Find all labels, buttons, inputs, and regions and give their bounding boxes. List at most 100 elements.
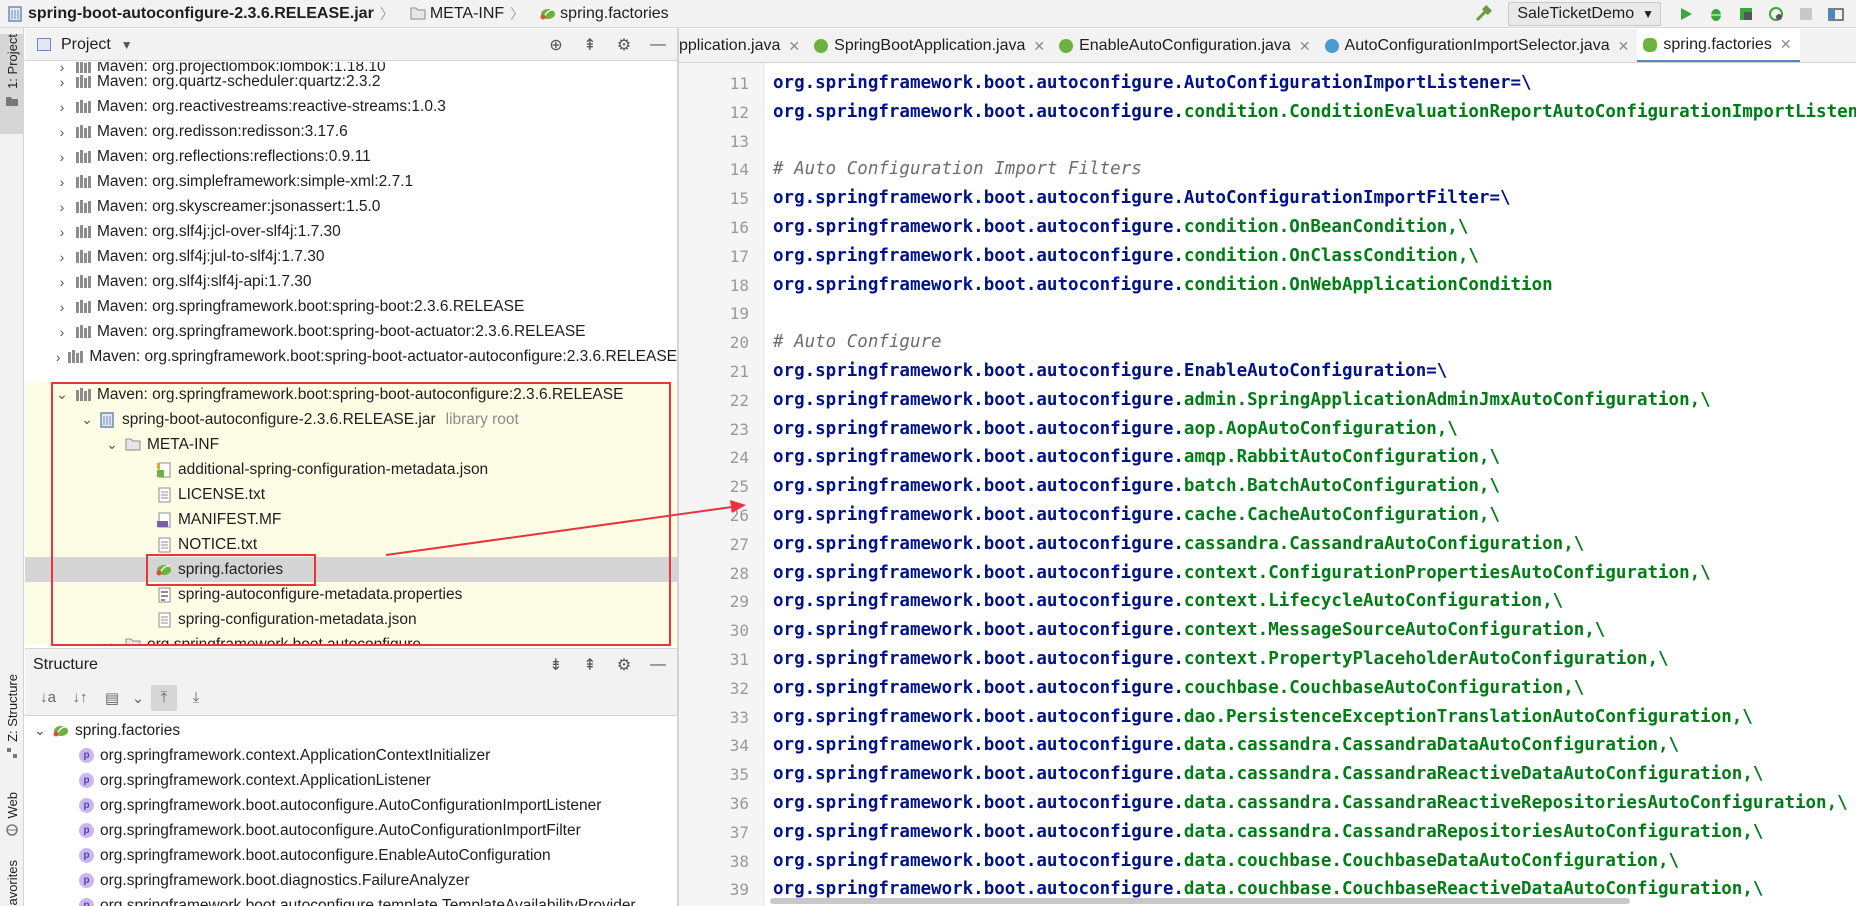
minimize-icon[interactable]: — [647,36,669,54]
chevron-down-icon[interactable]: ⌄ [105,436,119,453]
tree-row-library[interactable]: › Maven: org.reflections:reflections:0.9… [25,144,677,169]
breadcrumb-jar[interactable]: spring-boot-autoconfigure-2.3.6.RELEASE.… [28,5,374,23]
tab-springbootapplication-java[interactable]: SpringBootApplication.java ✕ [808,29,1053,62]
chevron-right-icon[interactable]: › [55,124,69,140]
sort-alpha-icon[interactable]: ↓a [35,685,61,711]
tree-row-library[interactable]: › Maven: org.redisson:redisson:3.17.6 [25,119,677,144]
line-number: 38 [729,852,749,871]
tree-row-library[interactable]: › Maven: org.springframework.boot:spring… [25,294,677,319]
minimize-icon[interactable]: — [647,656,669,674]
autoscroll-to-source-icon[interactable]: ⤒ [151,684,177,711]
annotation-icon [1059,39,1074,53]
chevron-right-icon[interactable]: › [55,224,69,240]
horizontal-scrollbar[interactable] [770,898,1630,904]
coverage-icon[interactable] [1734,2,1758,26]
tree-row-file[interactable]: MANIFEST.MF [25,507,677,532]
tree-row-file[interactable]: additional-spring-configuration-metadata… [25,457,677,482]
project-view-selector[interactable]: Project ▼ [37,36,133,54]
breadcrumb-meta-inf[interactable]: META-INF [430,5,504,23]
run-configuration-select[interactable]: SaleTicketDemo ▼ [1508,2,1661,26]
tree-row-library[interactable]: › Maven: org.springframework.boot:spring… [25,319,677,344]
tab-autoconfigurationimportselector-java[interactable]: AutoConfigurationImportSelector.java ✕ [1319,29,1638,62]
tree-row-folder[interactable]: ⌄ META-INF [25,432,677,457]
tree-row-library[interactable]: › Maven: org.slf4j:slf4j-api:1.7.30 [25,269,677,294]
locate-icon[interactable]: ⊕ [545,35,567,55]
tree-row-jar[interactable]: ⌄ spring-boot-autoconfigure-2.3.6.RELEAS… [25,407,677,432]
chevron-right-icon[interactable]: › [55,274,69,290]
chevron-right-icon[interactable]: › [55,349,61,365]
tab-enableautoconfiguration-java[interactable]: EnableAutoConfiguration.java ✕ [1053,29,1318,62]
chevron-down-icon[interactable]: ⌄ [33,722,47,739]
structure-root[interactable]: ⌄ spring.factories [25,718,677,743]
tree-row-library[interactable]: › Maven: org.slf4j:jcl-over-slf4j:1.7.30 [25,219,677,244]
close-icon[interactable]: ✕ [1618,38,1630,55]
folder-icon [125,437,143,453]
tree-row-library[interactable]: › Maven: org.simpleframework:simple-xml:… [25,169,677,194]
tab-spring-factories[interactable]: spring.factories ✕ [1637,29,1800,62]
structure-tool-tab[interactable]: Z: Structure [0,674,24,774]
chevron-right-icon[interactable]: › [55,324,69,340]
chevron-right-icon[interactable]: › [55,299,69,315]
chevron-right-icon[interactable]: › [105,637,119,645]
structure-item[interactable]: p org.springframework.context.Applicatio… [25,768,677,793]
run-icon[interactable] [1674,2,1698,26]
tree-row-library[interactable]: › Maven: org.skyscreamer:jsonassert:1.5.… [25,194,677,219]
code-line: org.springframework.boot.autoconfigure.d… [773,847,1679,876]
tree-row-library-expanded[interactable]: ⌄ Maven: org.springframework.boot:spring… [25,382,677,407]
hammer-icon[interactable] [1471,2,1495,26]
tree-row-label: Maven: org.slf4j:jul-to-slf4j:1.7.30 [97,247,325,265]
chevron-right-icon[interactable]: › [55,74,69,90]
project-structure-icon[interactable] [1824,2,1848,26]
close-icon[interactable]: ✕ [788,38,800,55]
chevron-right-icon[interactable]: › [55,149,69,165]
chevron-down-icon[interactable]: ⌄ [55,386,69,403]
tree-row-library[interactable]: › Maven: org.slf4j:jul-to-slf4j:1.7.30 [25,244,677,269]
debug-icon[interactable] [1704,2,1728,26]
gear-icon[interactable]: ⚙ [613,655,635,675]
code-key-rest: EnableAutoConfiguration=\ [1183,361,1448,381]
collapse-all-icon[interactable]: ⇞ [579,35,601,55]
close-icon[interactable]: ✕ [1033,38,1045,55]
structure-item[interactable]: p org.springframework.context.Applicatio… [25,743,677,768]
tree-row-library[interactable]: › Maven: org.springframework.boot:spring… [25,344,677,369]
autoscroll-from-source-icon[interactable]: ⤓ [183,685,209,711]
tree-row-file[interactable]: LICENSE.txt [25,482,677,507]
code-key-prefix: org.springframework.boot.autoconfigure. [773,620,1184,640]
collapse-all-icon[interactable]: ⇞ [579,655,601,675]
close-icon[interactable]: ✕ [1780,36,1792,53]
close-icon[interactable]: ✕ [1299,38,1311,55]
chevron-down-icon[interactable]: ⌄ [131,685,145,711]
tree-row-library[interactable]: › Maven: org.reactivestreams:reactive-st… [25,94,677,119]
chevron-down-icon[interactable]: ⌄ [80,411,94,428]
profile-icon[interactable] [1764,2,1788,26]
tree-row-library[interactable]: › Maven: org.quartz-scheduler:quartz:2.3… [25,69,677,94]
property-icon: p [79,773,94,788]
tree-row-file[interactable]: spring-autoconfigure-metadata.properties [25,582,677,607]
code-key-rest: data.cassandra.CassandraReactiveReposito… [1183,793,1848,813]
favorites-tool-tab[interactable]: Favorites [0,860,24,906]
structure-item[interactable]: p org.springframework.boot.diagnostics.F… [25,868,677,893]
chevron-right-icon[interactable]: › [55,99,69,115]
tree-row-package[interactable]: › org.springframework.boot.autoconfigure [25,632,677,644]
group-icon[interactable]: ▤ [99,685,125,711]
stop-icon[interactable] [1794,2,1818,26]
breadcrumb-file[interactable]: spring.factories [560,5,669,23]
tree-row-file[interactable]: spring-configuration-metadata.json [25,607,677,632]
structure-item[interactable]: p org.springframework.boot.autoconfigure… [25,818,677,843]
tree-row-file-selected[interactable]: spring.factories [25,557,677,582]
sort-visibility-icon[interactable]: ↓↑ [67,685,93,711]
chevron-right-icon[interactable]: › [55,249,69,265]
project-tool-tab[interactable]: 1: Project [0,34,24,134]
gear-icon[interactable]: ⚙ [613,35,635,55]
structure-item[interactable]: p org.springframework.boot.autoconfigure… [25,793,677,818]
line-number: 15 [729,189,749,208]
chevron-right-icon[interactable]: › [55,174,69,190]
tree-row-file[interactable]: NOTICE.txt [25,532,677,557]
library-icon [75,149,93,165]
structure-item[interactable]: p org.springframework.boot.autoconfigure… [25,893,677,906]
structure-item[interactable]: p org.springframework.boot.autoconfigure… [25,843,677,868]
web-tool-tab[interactable]: Web [0,792,24,852]
chevron-right-icon[interactable]: › [55,199,69,215]
expand-all-icon[interactable]: ⇟ [545,655,567,675]
tab-application-java[interactable]: pplication.java ✕ [679,29,808,62]
